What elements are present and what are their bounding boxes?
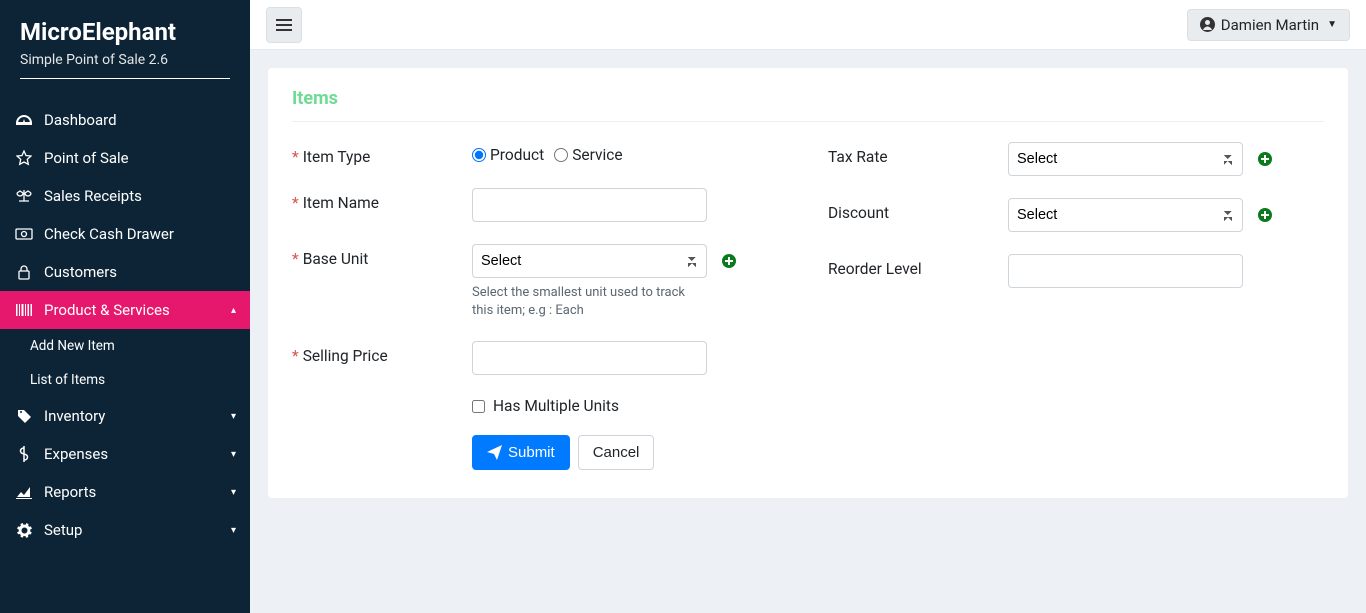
subnav-list-items[interactable]: List of Items <box>0 363 250 397</box>
sidebar-item-setup[interactable]: Setup ▾ <box>0 511 250 549</box>
brand-block: MicroElephant Simple Point of Sale 2.6 <box>0 0 250 87</box>
discount-label: Discount <box>828 198 1008 222</box>
item-type-product-radio[interactable]: Product <box>472 146 544 164</box>
item-type-label: *Item Type <box>292 142 472 166</box>
tax-rate-label: Tax Rate <box>828 142 1008 166</box>
selling-price-label: *Selling Price <box>292 341 472 365</box>
cash-icon <box>14 228 34 240</box>
sidebar-item-label: Point of Sale <box>44 149 129 167</box>
caret-down-icon: ▼ <box>1327 19 1337 30</box>
items-card: Items *Item Type Product S <box>268 68 1348 498</box>
sidebar-submenu-products: Add New Item List of Items <box>0 329 250 397</box>
star-icon <box>14 150 34 166</box>
chevron-up-icon: ▴ <box>231 305 236 316</box>
submit-button[interactable]: Submit <box>472 435 570 470</box>
add-base-unit-button[interactable] <box>721 253 737 269</box>
brand-tagline: Simple Point of Sale 2.6 <box>20 52 230 79</box>
user-name: Damien Martin <box>1221 16 1319 34</box>
base-unit-helper: Select the smallest unit used to track t… <box>472 284 707 319</box>
multi-unit-checkbox[interactable] <box>472 400 485 413</box>
sidebar-item-pos[interactable]: Point of Sale <box>0 139 250 177</box>
user-menu-button[interactable]: Damien Martin ▼ <box>1187 9 1350 41</box>
main-content: Items *Item Type Product S <box>250 50 1366 516</box>
sidebar-item-label: Product & Services <box>44 301 170 319</box>
sidebar-item-products[interactable]: Product & Services ▴ <box>0 291 250 329</box>
sidebar-item-cash-drawer[interactable]: Check Cash Drawer <box>0 215 250 253</box>
add-discount-button[interactable] <box>1257 207 1273 223</box>
chevron-down-icon: ▾ <box>231 449 236 460</box>
brand-name: MicroElephant <box>20 18 230 46</box>
sidebar-item-reports[interactable]: Reports ▾ <box>0 473 250 511</box>
item-type-service-radio[interactable]: Service <box>554 146 622 164</box>
topbar: Damien Martin ▼ <box>250 0 1366 50</box>
lock-icon <box>14 264 34 280</box>
subnav-add-item[interactable]: Add New Item <box>0 329 250 363</box>
sidebar-item-inventory[interactable]: Inventory ▾ <box>0 397 250 435</box>
selling-price-input[interactable] <box>472 341 707 375</box>
multi-unit-label: Has Multiple Units <box>493 397 619 415</box>
sidebar: MicroElephant Simple Point of Sale 2.6 D… <box>0 0 250 613</box>
menu-toggle-button[interactable] <box>266 7 302 43</box>
page-title: Items <box>292 88 1324 122</box>
paper-plane-icon <box>487 445 502 460</box>
chevron-down-icon: ▾ <box>231 487 236 498</box>
sidebar-item-label: Inventory <box>44 407 105 425</box>
dashboard-icon <box>14 113 34 127</box>
tax-rate-select[interactable]: Select <box>1008 142 1243 176</box>
discount-select[interactable]: Select <box>1008 198 1243 232</box>
hamburger-icon <box>276 18 292 32</box>
sidebar-item-expenses[interactable]: Expenses ▾ <box>0 435 250 473</box>
sidebar-item-label: Customers <box>44 263 117 281</box>
sidebar-item-label: Sales Receipts <box>44 187 142 205</box>
chevron-down-icon: ▾ <box>231 525 236 536</box>
sidebar-item-label: Dashboard <box>44 111 117 129</box>
item-name-input[interactable] <box>472 188 707 222</box>
sidebar-item-sales-receipts[interactable]: Sales Receipts <box>0 177 250 215</box>
base-unit-label: *Base Unit <box>292 244 472 268</box>
barcode-icon <box>14 303 34 317</box>
scale-icon <box>14 189 34 203</box>
reorder-level-label: Reorder Level <box>828 254 1008 278</box>
sidebar-item-label: Setup <box>44 521 82 539</box>
gear-icon <box>14 523 34 538</box>
chart-icon <box>14 486 34 499</box>
reorder-level-input[interactable] <box>1008 254 1243 288</box>
chevron-down-icon: ▾ <box>231 411 236 422</box>
dollar-icon <box>14 446 34 462</box>
sidebar-item-label: Check Cash Drawer <box>44 225 174 243</box>
sidebar-item-dashboard[interactable]: Dashboard <box>0 101 250 139</box>
sidebar-item-label: Expenses <box>44 445 108 463</box>
add-tax-rate-button[interactable] <box>1257 151 1273 167</box>
base-unit-select[interactable]: Select <box>472 244 707 278</box>
tag-icon <box>14 409 34 424</box>
sidebar-item-customers[interactable]: Customers <box>0 253 250 291</box>
item-name-label: *Item Name <box>292 188 472 212</box>
user-icon <box>1200 17 1215 32</box>
cancel-button[interactable]: Cancel <box>578 435 655 470</box>
sidebar-item-label: Reports <box>44 483 96 501</box>
